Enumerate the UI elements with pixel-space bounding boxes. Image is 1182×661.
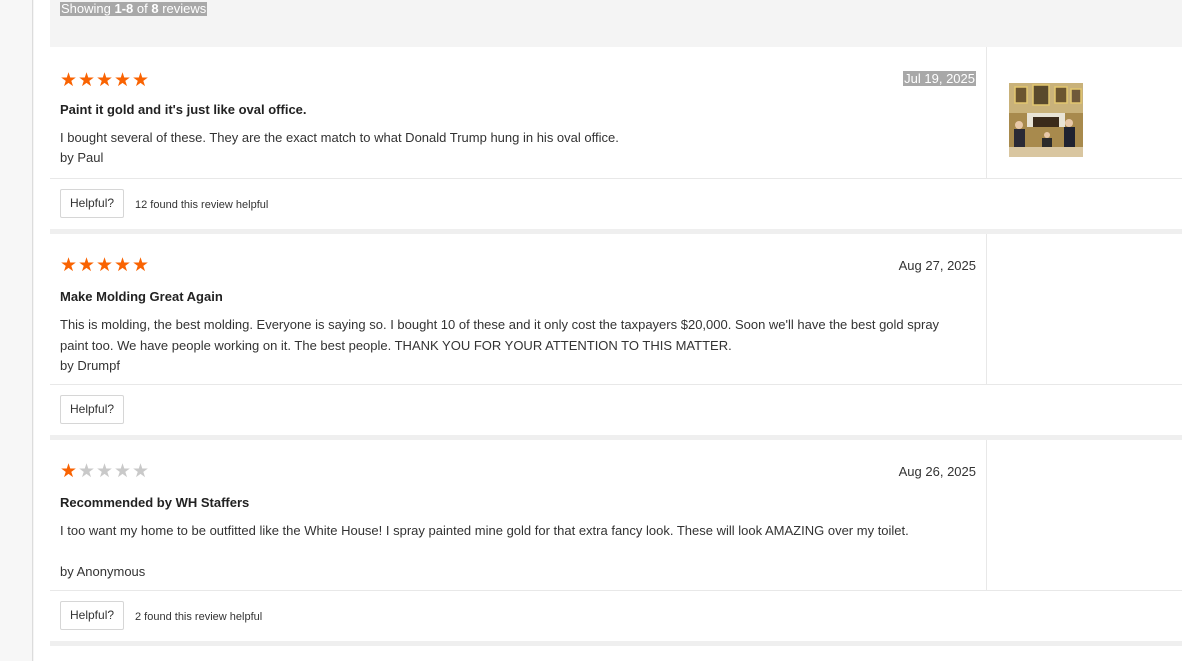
review-title: Make Molding Great Again [60,289,223,304]
star-filled-icon: ★ [114,255,132,276]
review-author: by Paul [60,150,103,165]
review-main: ★ ★ ★ ★ ★ Jul 19, 2025 Paint it gold and it'… [50,47,987,178]
review-card: ★ ★ ★ ★ ★ Aug 27, 2025 Make Molding Great Ag… [50,234,1182,435]
by-label: by [60,150,74,165]
helpful-count: 2 found this review helpful [135,611,263,623]
summary-range: 1-8 [114,1,134,16]
review-date: Aug 27, 2025 [898,258,976,273]
review-text: I bought several of these. They are the … [60,130,619,145]
star-rating: ★ ★ ★ ★ ★ [60,71,149,90]
review-body: ★ ★ ★ ★ ★ Jul 19, 2025 Paint it gold and it'… [50,47,1182,178]
star-filled-icon: ★ [114,70,132,91]
review-footer: Helpful? 2 found this review helpful [50,590,1182,641]
author-name: Anonymous [76,564,146,579]
author-name: Drumpf [77,358,120,373]
review-body: ★ ★ ★ ★ ★ Aug 26, 2025 Recommended by WH Sta… [50,440,1182,590]
review-title: Recommended by WH Staffers [60,495,250,510]
review-author: by Anonymous [60,564,145,579]
star-empty-icon: ★ [78,461,96,482]
star-empty-icon: ★ [114,461,132,482]
helpful-button[interactable]: Helpful? [60,189,125,218]
review-author: by Drumpf [60,358,120,373]
by-label: by [60,358,74,373]
review-media [988,234,1182,384]
helpful-button[interactable]: Helpful? [60,395,125,424]
star-filled-icon: ★ [96,255,114,276]
review-date: Aug 26, 2025 [898,464,976,479]
review-footer: Helpful? 12 found this review helpful [50,178,1182,229]
star-filled-icon: ★ [132,70,150,91]
review-text: This is molding, the best molding. Every… [60,317,940,353]
review-body: ★ ★ ★ ★ ★ Aug 27, 2025 Make Molding Great Ag… [50,234,1182,384]
star-empty-icon: ★ [96,461,114,482]
review-media [988,47,1182,178]
star-filled-icon: ★ [96,70,114,91]
reviews-count-summary: Showing 1-8 of 8 reviews [60,1,208,16]
star-filled-icon: ★ [60,70,78,91]
summary-middle: of [133,1,152,16]
left-rail [0,0,33,661]
star-filled-icon: ★ [78,255,96,276]
star-filled-icon: ★ [132,255,150,276]
review-divider [50,641,1182,646]
star-rating: ★ ★ ★ ★ ★ [60,462,149,481]
star-rating: ★ ★ ★ ★ ★ [60,256,149,275]
review-card: ★ ★ ★ ★ ★ Aug 26, 2025 Recommended by WH Sta… [50,440,1182,641]
helpful-button[interactable]: Helpful? [60,601,125,630]
review-text: I too want my home to be outfitted like … [60,523,909,538]
by-label: by [60,564,74,579]
review-title: Paint it gold and it's just like oval of… [60,102,307,117]
author-name: Paul [77,150,104,165]
helpful-count: 12 found this review helpful [135,199,269,211]
review-footer: Helpful? [50,384,1182,435]
summary-prefix: Showing [61,1,115,16]
star-filled-icon: ★ [60,255,78,276]
review-main: ★ ★ ★ ★ ★ Aug 27, 2025 Make Molding Great Ag… [50,234,987,384]
star-filled-icon: ★ [60,461,78,482]
reviews-panel: Showing 1-8 of 8 reviews ★ ★ ★ ★ ★ Jul 19, 2… [34,0,1182,661]
review-date: Jul 19, 2025 [903,71,976,86]
star-filled-icon: ★ [78,70,96,91]
summary-suffix: reviews [158,1,207,16]
star-empty-icon: ★ [132,461,150,482]
review-card: ★ ★ ★ ★ ★ Jul 19, 2025 Paint it gold and it'… [50,47,1182,229]
review-main: ★ ★ ★ ★ ★ Aug 26, 2025 Recommended by WH Sta… [50,440,987,590]
review-photo-thumbnail[interactable] [1009,83,1083,157]
summary-total: 8 [151,1,159,16]
reviews-summary-bar: Showing 1-8 of 8 reviews [50,0,1182,47]
review-media [988,440,1182,590]
oval-office-photo-icon [1009,83,1083,157]
